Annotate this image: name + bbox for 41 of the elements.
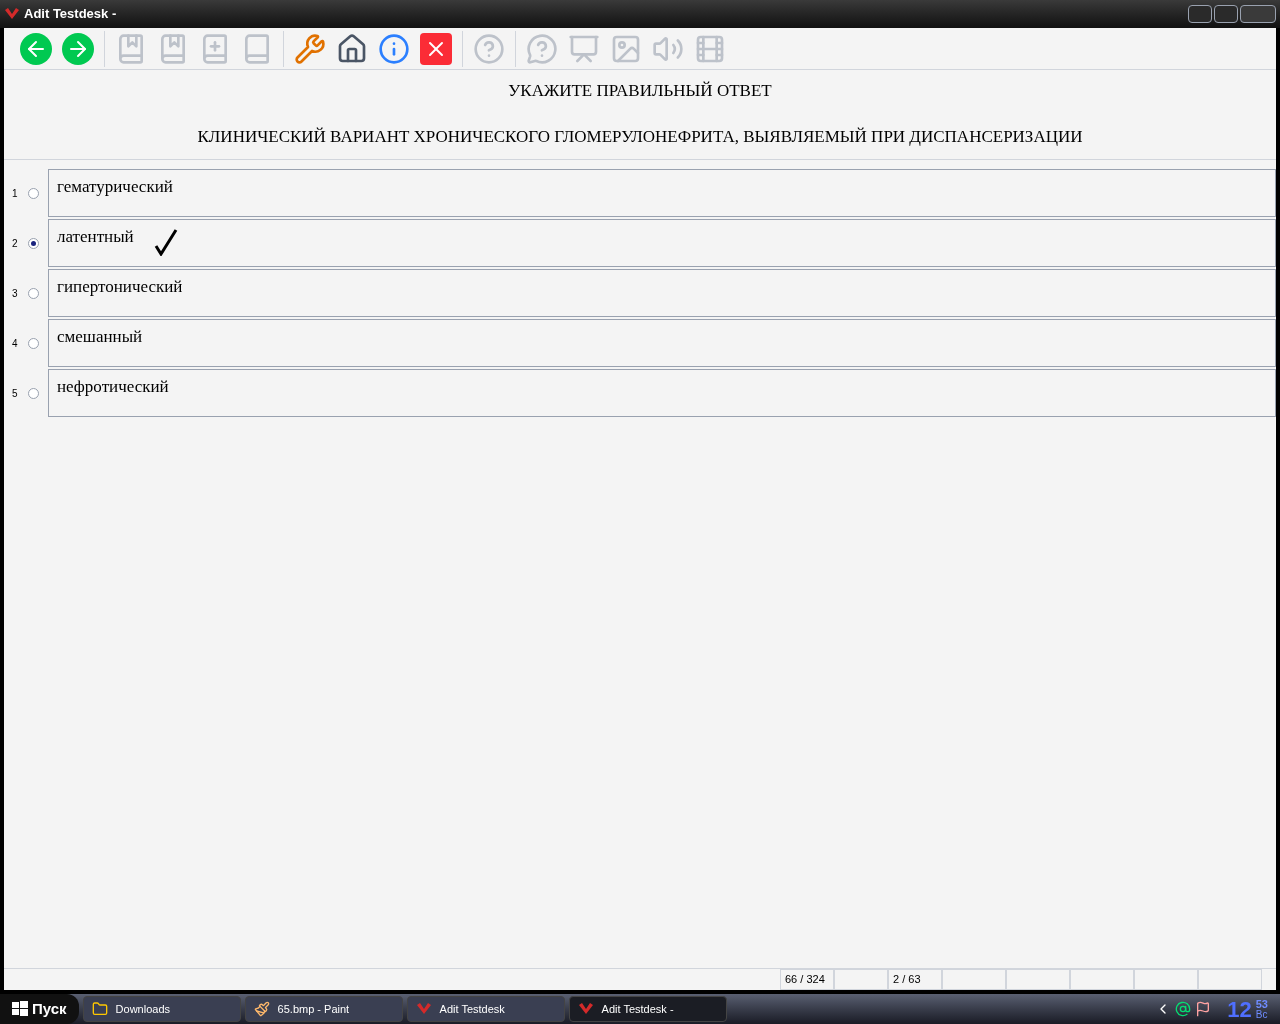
answer-option[interactable]: латентный (48, 219, 1276, 267)
start-button[interactable]: Пуск (0, 994, 79, 1024)
radio-button[interactable] (28, 187, 39, 199)
clock-minute: 53 (1255, 998, 1268, 1010)
answer-number: 3 (11, 286, 19, 301)
clock-hour: 12 (1227, 995, 1252, 1024)
flag-icon (1195, 1001, 1212, 1017)
answer-text: латентный (57, 226, 134, 248)
instruction-text: УКАЖИТЕ ПРАВИЛЬНЫЙ ОТВЕТ (508, 80, 772, 102)
windows-logo-icon (12, 1001, 28, 1017)
answer-number: 4 (11, 336, 19, 351)
answer-number: 5 (11, 386, 19, 401)
answer-number: 1 (11, 186, 19, 201)
taskbar-button[interactable]: Downloads (82, 996, 241, 1022)
answer-option[interactable]: нефротический (48, 369, 1276, 417)
taskbar-button[interactable]: Adit Testdesk (406, 996, 565, 1022)
answer-option[interactable]: смешанный (48, 319, 1276, 367)
question-text: КЛИНИЧЕСКИЙ ВАРИАНТ ХРОНИЧЕСКОГО ГЛОМЕРУЛОНЕФРИТА, ВЫЯВЛЯЕМЫЙ ПРИ ДИСПАНСЕРИЗАЦИИ (197, 125, 1083, 148)
folder-icon (91, 1001, 108, 1017)
radio-button[interactable] (28, 337, 39, 349)
minimize-button[interactable] (1188, 5, 1212, 23)
at-sign-icon (1175, 1001, 1192, 1017)
radio-button[interactable] (28, 387, 39, 399)
radio-button[interactable] (28, 237, 39, 249)
maximize-button[interactable] (1214, 5, 1238, 23)
taskbar-button[interactable]: 65.bmp - Paint (244, 996, 403, 1022)
status-cell: 66 / 324 (780, 969, 834, 990)
window-title: Adit Testdesk - (24, 5, 117, 24)
answer-option[interactable]: гипертонический (48, 269, 1276, 317)
answer-text: нефротический (57, 376, 169, 398)
radio-button[interactable] (28, 287, 39, 299)
answer-text: смешанный (57, 326, 143, 348)
answer-text: гипертонический (57, 276, 183, 298)
paintbrush-icon (253, 1001, 270, 1017)
close-window-button[interactable] (1240, 5, 1276, 23)
answer-option[interactable]: гематурический (48, 169, 1276, 217)
status-cell: 2 / 63 (888, 969, 942, 990)
taskbar-button[interactable]: Adit Testdesk - (568, 996, 727, 1022)
answer-text: гематурический (57, 176, 173, 198)
clock-day: Вс (1255, 1009, 1268, 1020)
answer-number: 2 (11, 236, 19, 251)
